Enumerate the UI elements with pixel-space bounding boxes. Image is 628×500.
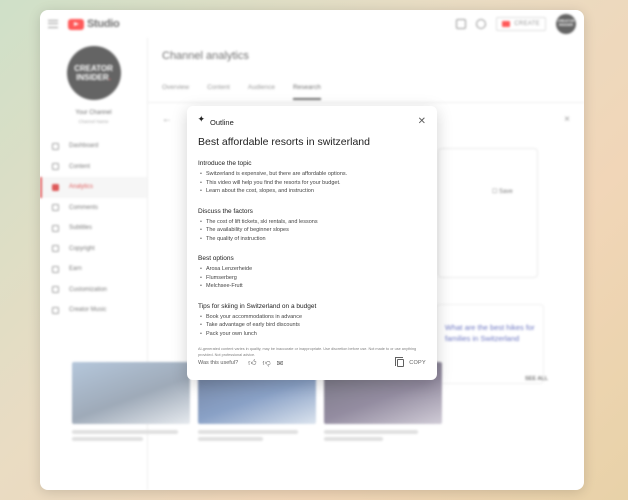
thumbs-down-icon[interactable]: 👎︎: [263, 358, 271, 368]
outline-section: Discuss the factors The cost of lift tic…: [198, 208, 426, 244]
dialog-title: Best affordable resorts in switzerland: [198, 136, 370, 148]
section-item: Book your accommodations in advance: [198, 313, 426, 322]
section-heading: Discuss the factors: [198, 207, 253, 215]
section-item: Switzerland is expensive, but there are …: [198, 170, 426, 179]
dialog-footer: Was this useful? 👍︎ 👎︎ ✉ COPY: [198, 357, 426, 369]
outline-section: Introduce the topic Switzerland is expen…: [198, 160, 426, 196]
copy-button[interactable]: COPY: [395, 357, 426, 367]
section-heading: Introduce the topic: [198, 160, 252, 167]
section-item: Take advantage of early bird discounts: [198, 321, 426, 330]
section-item: This video will help you find the resort…: [198, 179, 426, 188]
close-icon[interactable]: ✕: [418, 117, 426, 127]
section-item: The cost of lift tickets, ski rentals, a…: [198, 218, 426, 227]
feedback-label: Was this useful?: [198, 360, 239, 366]
thumbs-up-icon[interactable]: 👍︎: [248, 358, 256, 368]
section-heading: Best options: [198, 255, 234, 262]
report-feedback-icon[interactable]: ✉: [277, 359, 284, 368]
section-item: The availability of beginner slopes: [198, 226, 426, 235]
copy-label: COPY: [409, 360, 426, 366]
outline-section: Tips for skiing in Switzerland on a budg…: [198, 303, 426, 339]
section-item: Learn about the cost, slopes, and instru…: [198, 187, 426, 196]
section-heading: Tips for skiing in Switzerland on a budg…: [198, 302, 317, 310]
sparkle-icon: [198, 115, 206, 126]
section-item: The quality of instruction: [198, 235, 426, 244]
section-item: Melchsee-Frutt: [198, 282, 426, 291]
section-item: Pack your own lunch: [198, 330, 426, 339]
outline-dialog: Outline ✕ Best affordable resorts in swi…: [187, 106, 437, 380]
dialog-header: Outline ✕: [198, 115, 427, 128]
section-item: Arosa Lenzerheide: [198, 265, 426, 274]
outline-section: Best options Arosa Lenzerheide Flumserbe…: [198, 255, 426, 291]
copy-icon: [395, 357, 405, 367]
dialog-label: Outline: [210, 117, 234, 127]
section-item: Flumserberg: [198, 274, 426, 283]
